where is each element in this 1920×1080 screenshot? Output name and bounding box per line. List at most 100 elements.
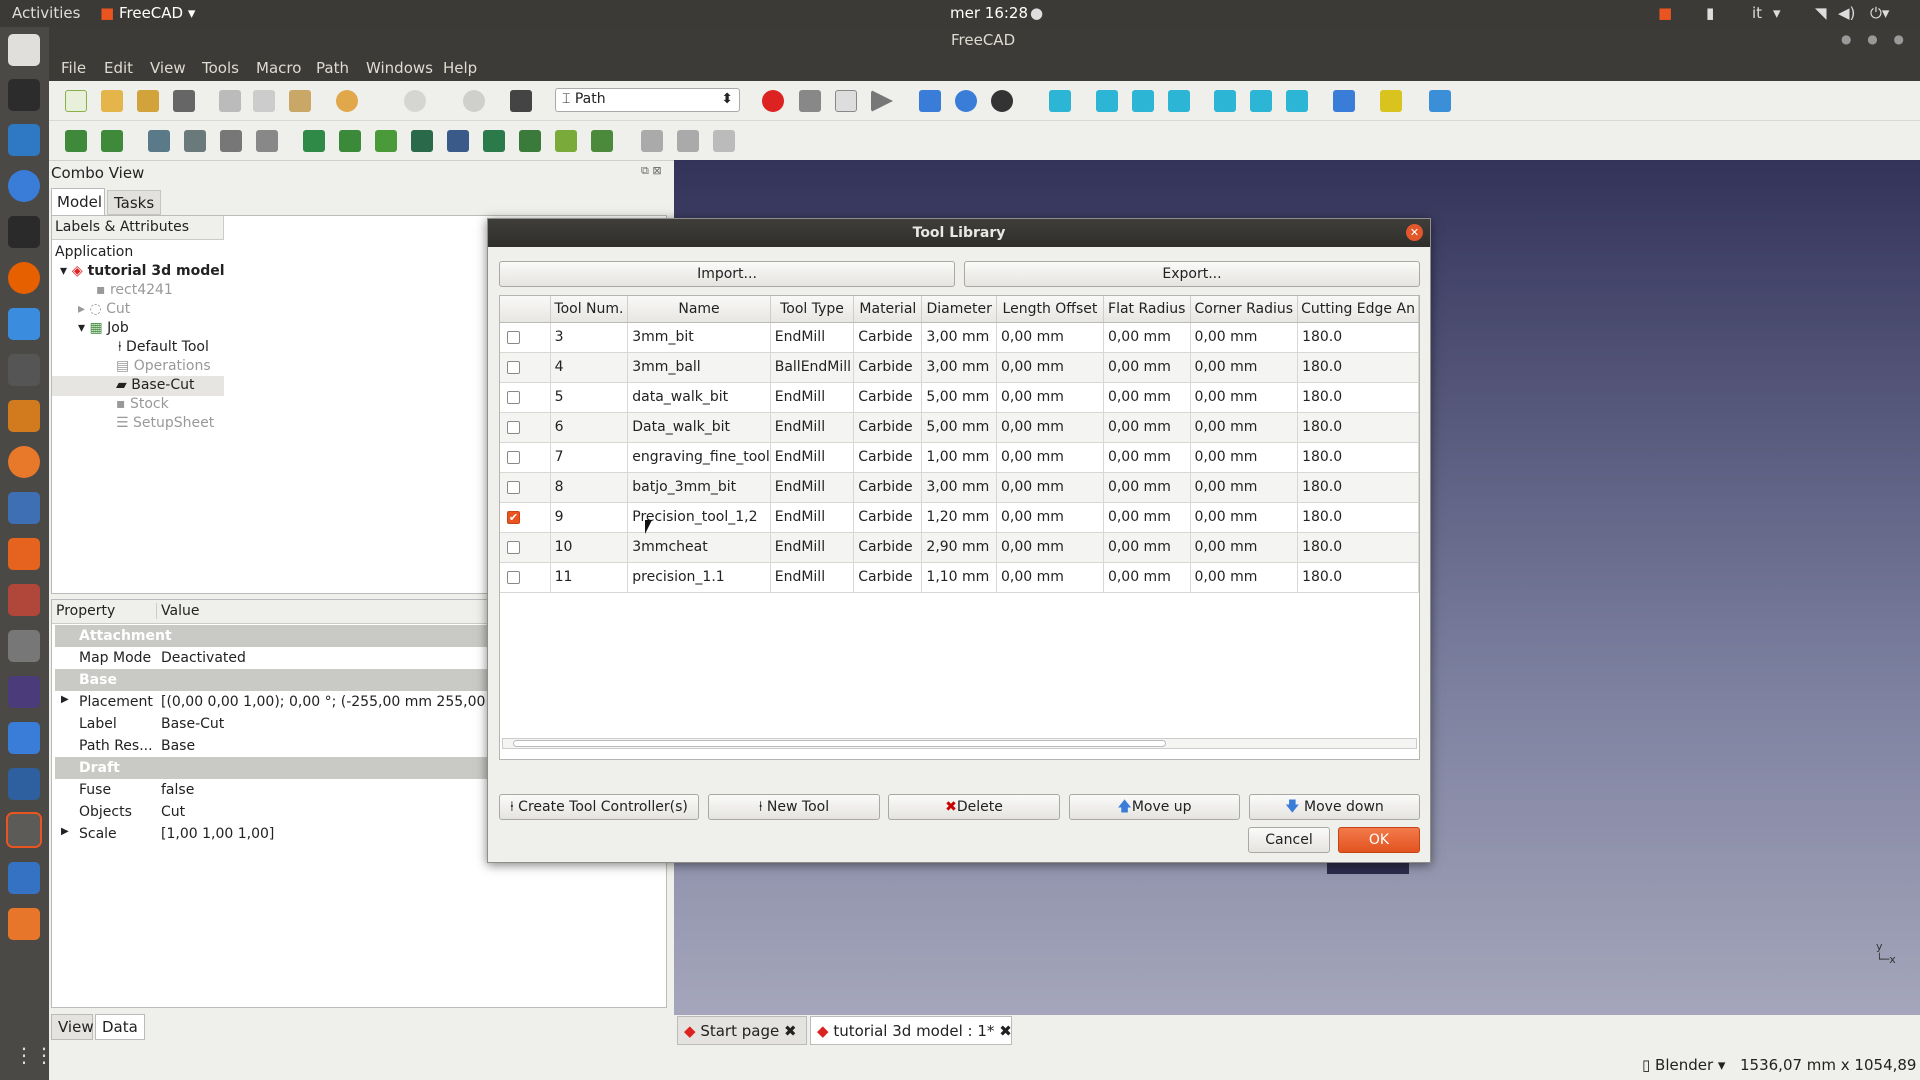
prop-placement[interactable]: ▶ Placement [(0,00 0,00 1,00); 0,00 °; (-2… xyxy=(55,691,495,713)
tab-model-doc[interactable]: ◆ tutorial 3d model : 1* ✖ xyxy=(810,1016,1012,1045)
save-icon[interactable] xyxy=(137,90,159,112)
cut-icon[interactable] xyxy=(219,90,241,112)
tool-controller-icon[interactable] xyxy=(148,130,170,152)
tool-flat-radius[interactable]: 0,00 mm xyxy=(1103,562,1191,593)
virtualbox-icon[interactable] xyxy=(8,768,40,800)
tool-diameter[interactable]: 1,20 mm xyxy=(921,502,997,533)
front-view-icon[interactable] xyxy=(1096,90,1118,112)
tool-name[interactable]: data_walk_bit xyxy=(627,382,771,413)
tool-corner-radius[interactable]: 0,00 mm xyxy=(1190,412,1299,443)
redo-icon[interactable] xyxy=(404,90,426,112)
dressup-icon[interactable] xyxy=(641,130,663,152)
files-icon[interactable] xyxy=(8,34,40,66)
create-tool-controller-button[interactable]: ⍿ Create Tool Controller(s) xyxy=(499,794,699,820)
row-checkbox-cell[interactable] xyxy=(500,382,551,413)
table-row[interactable]: 3 3mm_bit EndMill Carbide 3,00 mm 0,00 mm 0,00… xyxy=(500,322,1419,353)
job-icon[interactable] xyxy=(65,130,87,152)
tool-num[interactable]: 11 xyxy=(550,562,629,593)
row-checkbox[interactable] xyxy=(507,330,520,344)
tool-type[interactable]: EndMill xyxy=(770,322,855,353)
simulator-icon[interactable] xyxy=(256,130,278,152)
tool-type[interactable]: BallEndMill xyxy=(770,352,855,383)
tool-diameter[interactable]: 2,90 mm xyxy=(921,532,997,563)
terminal-icon[interactable] xyxy=(8,216,40,248)
tool-length-offset[interactable]: 0,00 mm xyxy=(996,352,1104,383)
inkscape-icon[interactable] xyxy=(8,79,40,111)
tool-corner-radius[interactable]: 0,00 mm xyxy=(1190,352,1299,383)
tool-type[interactable]: EndMill xyxy=(770,412,855,443)
right-view-icon[interactable] xyxy=(1168,90,1190,112)
surface-icon[interactable] xyxy=(591,130,613,152)
left-view-icon[interactable] xyxy=(1286,90,1308,112)
tool-table-icon[interactable] xyxy=(184,130,206,152)
tool-cutting-angle[interactable]: 180.0 xyxy=(1297,502,1419,533)
row-checkbox[interactable] xyxy=(507,420,520,434)
refresh-icon[interactable] xyxy=(463,90,485,112)
tool-material[interactable]: Carbide xyxy=(853,322,923,353)
tool-cutting-angle[interactable]: 180.0 xyxy=(1297,442,1419,473)
tool-corner-radius[interactable]: 0,00 mm xyxy=(1190,322,1299,353)
new-document-icon[interactable] xyxy=(65,90,87,112)
shape-icon[interactable] xyxy=(713,130,735,152)
tool-flat-radius[interactable]: 0,00 mm xyxy=(1103,532,1191,563)
tool-name[interactable]: 3mm_bit xyxy=(627,322,771,353)
clipboard-icon[interactable]: ▮ xyxy=(1706,4,1714,22)
table-row[interactable]: 11 precision_1.1 EndMill Carbide 1,10 mm 0,00… xyxy=(500,562,1419,593)
tool-flat-radius[interactable]: 0,00 mm xyxy=(1103,412,1191,443)
tab-tasks[interactable]: Tasks xyxy=(107,190,161,215)
tool-length-offset[interactable]: 0,00 mm xyxy=(996,502,1104,533)
face-icon[interactable] xyxy=(375,130,397,152)
tool-flat-radius[interactable]: 0,00 mm xyxy=(1103,382,1191,413)
ok-button[interactable]: OK xyxy=(1338,827,1420,853)
tool-flat-radius[interactable]: 0,00 mm xyxy=(1103,442,1191,473)
tool-material[interactable]: Carbide xyxy=(853,502,923,533)
tree-item-operations[interactable]: ▤ Operations xyxy=(116,358,211,374)
close-icon[interactable]: ✖ xyxy=(784,1022,797,1040)
tool-diameter[interactable]: 5,00 mm xyxy=(921,382,997,413)
new-tool-button[interactable]: ⍿ New Tool xyxy=(708,794,880,820)
row-checkbox[interactable] xyxy=(507,570,520,584)
tree-item-rect[interactable]: ▪ rect4241 xyxy=(96,282,173,298)
tree-item-root[interactable]: ▾ ◈ tutorial 3d model xyxy=(60,263,225,279)
tool-cutting-angle[interactable]: 180.0 xyxy=(1297,322,1419,353)
close-dialog-icon[interactable]: ✕ xyxy=(1406,224,1423,241)
close-icon[interactable]: ✖ xyxy=(999,1022,1012,1040)
horizontal-scrollbar[interactable] xyxy=(502,738,1417,749)
tool-material[interactable]: Carbide xyxy=(853,412,923,443)
tree-item-job[interactable]: ▾ ▦ Job xyxy=(78,320,129,336)
tool-diameter[interactable]: 3,00 mm xyxy=(921,352,997,383)
print-icon[interactable] xyxy=(173,90,195,112)
tool-flat-radius[interactable]: 0,00 mm xyxy=(1103,502,1191,533)
row-checkbox[interactable] xyxy=(507,540,520,554)
row-checkbox-cell[interactable] xyxy=(500,532,551,563)
tool-flat-radius[interactable]: 0,00 mm xyxy=(1103,352,1191,383)
tree-item-stock[interactable]: ▪ Stock xyxy=(116,396,169,412)
tool-length-offset[interactable]: 0,00 mm xyxy=(996,322,1104,353)
firefox-icon[interactable] xyxy=(8,262,40,294)
tool-corner-radius[interactable]: 0,00 mm xyxy=(1190,442,1299,473)
screenshot-icon[interactable] xyxy=(8,676,40,708)
tool-cutting-angle[interactable]: 180.0 xyxy=(1297,352,1419,383)
tools-icon[interactable] xyxy=(8,308,40,340)
tool-cutting-angle[interactable]: 180.0 xyxy=(1297,382,1419,413)
tool-type[interactable]: EndMill xyxy=(770,442,855,473)
whats-this-icon[interactable] xyxy=(510,90,532,112)
bottom-view-icon[interactable] xyxy=(1250,90,1272,112)
tree-item-basecut[interactable]: ▰ Base-Cut xyxy=(116,377,195,393)
tree-item-setupsheet[interactable]: ☰ SetupSheet xyxy=(116,415,214,431)
tree-item-default-tool[interactable]: ⍿ Default Tool xyxy=(118,339,209,355)
menu-help[interactable]: Help xyxy=(443,59,477,77)
col-diameter[interactable]: Diameter xyxy=(921,296,997,323)
table-row[interactable]: 10 3mmcheat EndMill Carbide 2,90 mm 0,00 mm 0,… xyxy=(500,532,1419,563)
tool-name[interactable]: engraving_fine_tool xyxy=(627,442,771,473)
top-view-icon[interactable] xyxy=(1132,90,1154,112)
camera-app-icon[interactable] xyxy=(8,630,40,662)
tool-length-offset[interactable]: 0,00 mm xyxy=(996,442,1104,473)
menu-macro[interactable]: Macro xyxy=(256,59,301,77)
tab-model[interactable]: Model xyxy=(51,188,105,215)
deburr-icon[interactable] xyxy=(555,130,577,152)
export-button[interactable]: Export... xyxy=(964,261,1420,287)
menu-tools[interactable]: Tools xyxy=(202,59,239,77)
prop-scale[interactable]: ▶ Scale [1,00 1,00 1,00] xyxy=(55,823,495,845)
row-checkbox-cell[interactable]: ✔ xyxy=(500,502,551,533)
